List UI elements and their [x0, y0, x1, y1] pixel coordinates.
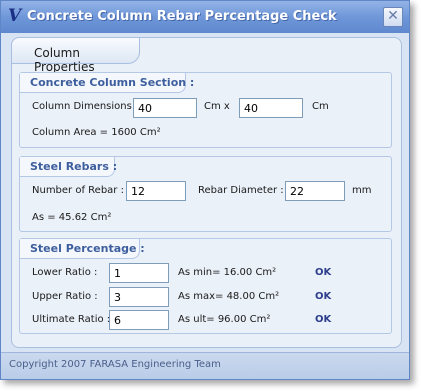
ratio-status-ok: OK — [315, 267, 332, 278]
steel-rebars-group: Steel Rebars : Number of Rebar : Rebar D… — [19, 156, 392, 232]
ratio-result-text: As ult= 96.00 Cm² — [178, 314, 271, 325]
title-bar[interactable]: V Concrete Column Rebar Percentage Check… — [1, 1, 409, 33]
panel-header: Column Properties — [12, 38, 140, 74]
panel-title: Column Properties — [34, 46, 95, 74]
column-depth-input[interactable] — [239, 98, 303, 118]
steel-rebars-tab: Steel Rebars : — [20, 157, 118, 177]
copyright-text: Copyright 2007 FARASA Engineering Team — [9, 359, 221, 370]
rebar-diameter-input[interactable] — [285, 181, 345, 201]
upper-ratio-input[interactable] — [109, 287, 169, 307]
depth-unit-label: Cm — [312, 101, 329, 112]
ultimate-ratio-input[interactable] — [109, 310, 169, 330]
app-logo-icon: V — [8, 6, 22, 26]
steel-rebars-title: Steel Rebars : — [30, 160, 118, 173]
width-unit-label: Cm x — [204, 101, 230, 112]
rebar-count-label: Number of Rebar : — [32, 185, 124, 196]
column-width-input[interactable] — [133, 98, 197, 118]
steel-percentage-title: Steel Percentage : — [30, 242, 145, 255]
column-area-text: Column Area = 1600 Cm² — [32, 127, 161, 138]
ratio-status-ok: OK — [315, 291, 332, 302]
ratio-label: Ultimate Ratio : — [32, 314, 111, 325]
concrete-section-title: Concrete Column Section : — [30, 76, 195, 89]
concrete-section-tab: Concrete Column Section : — [20, 73, 194, 93]
steel-percentage-group: Steel Percentage : Lower Ratio : As min=… — [19, 238, 392, 334]
ratio-status-ok: OK — [315, 314, 332, 325]
rebar-area-text: As = 45.62 Cm² — [32, 212, 112, 223]
app-window: V Concrete Column Rebar Percentage Check… — [0, 0, 410, 380]
rebar-count-input[interactable] — [126, 181, 186, 201]
diameter-unit-label: mm — [352, 185, 372, 196]
ratio-label: Lower Ratio : — [32, 267, 98, 278]
close-button[interactable]: ✕ — [383, 7, 403, 27]
column-dimensions-label: Column Dimensions: — [32, 101, 136, 112]
window-title: Concrete Column Rebar Percentage Check — [27, 9, 337, 24]
ratio-result-text: As max= 48.00 Cm² — [178, 291, 280, 302]
column-properties-panel: Column Properties Concrete Column Sectio… — [11, 37, 402, 348]
concrete-section-group: Concrete Column Section : Column Dimensi… — [19, 72, 392, 148]
status-bar: Copyright 2007 FARASA Engineering Team — [1, 352, 409, 379]
ratio-label: Upper Ratio : — [32, 291, 98, 302]
lower-ratio-input[interactable] — [109, 263, 169, 283]
ratio-result-text: As min= 16.00 Cm² — [178, 267, 277, 278]
steel-percentage-tab: Steel Percentage : — [20, 239, 145, 259]
close-icon: ✕ — [387, 8, 399, 24]
rebar-diameter-label: Rebar Diameter : — [198, 185, 284, 196]
